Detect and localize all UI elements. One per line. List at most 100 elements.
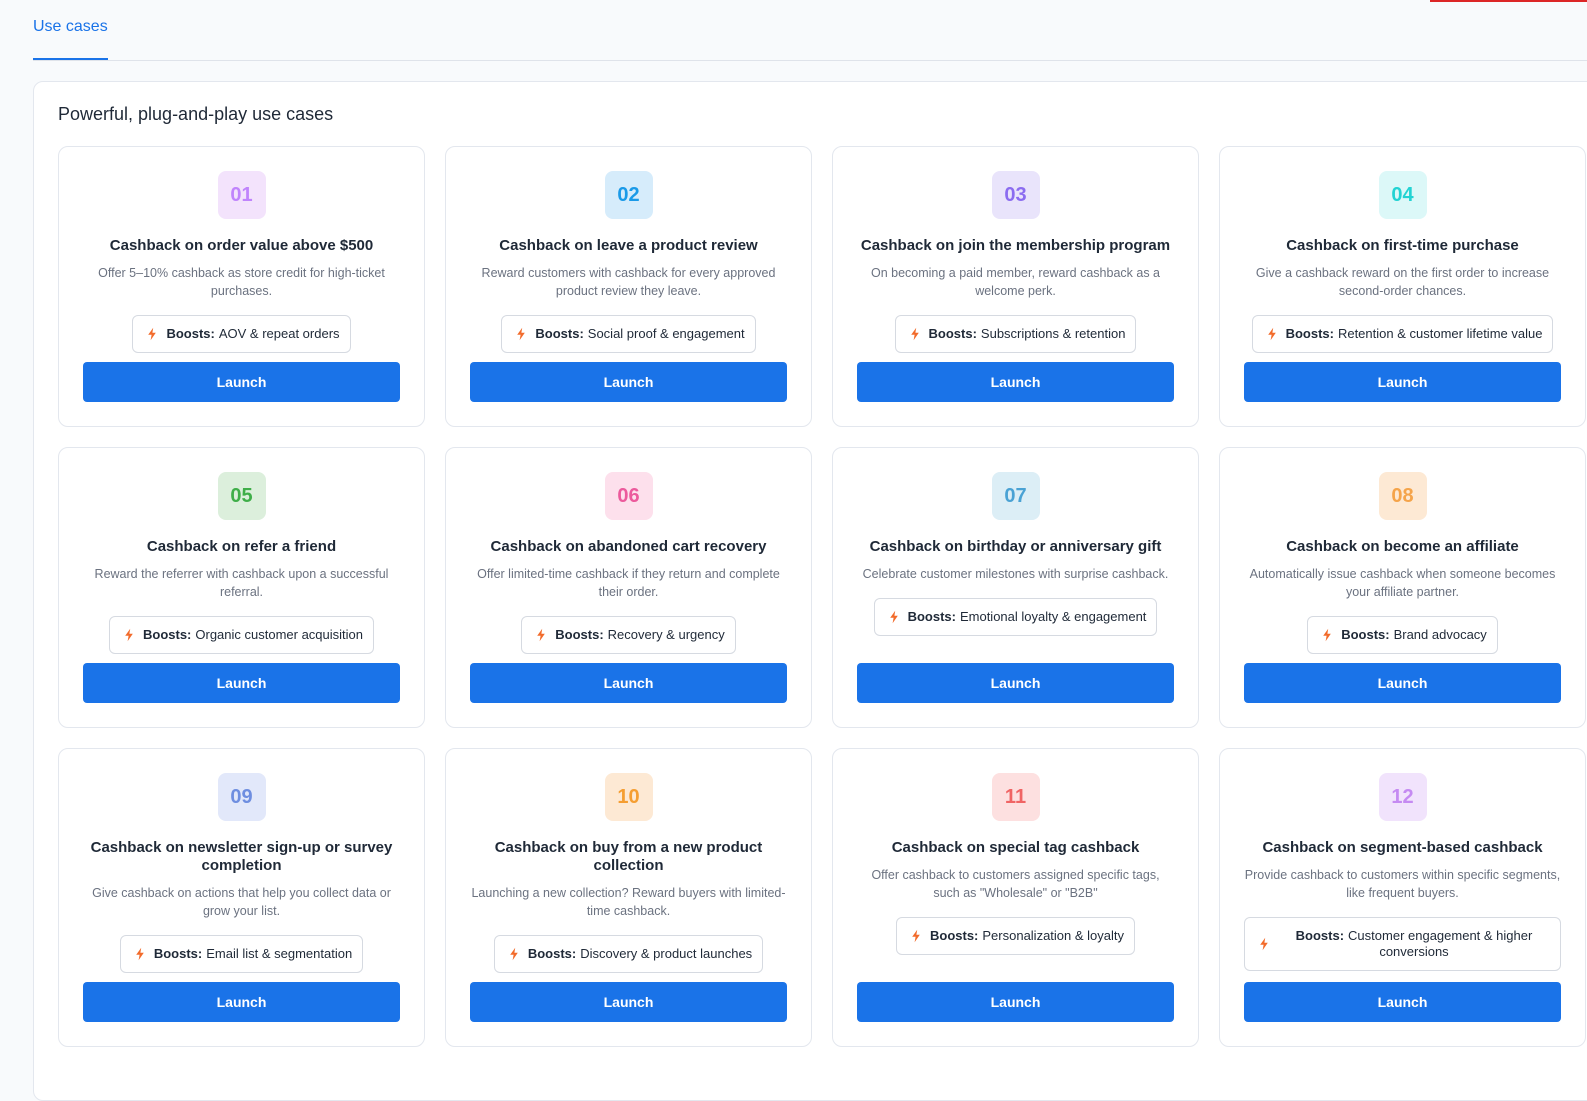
boosts-value: Emotional loyalty & engagement — [959, 609, 1147, 624]
use-case-title: Cashback on special tag cashback — [891, 839, 1140, 856]
use-case-description: Launching a new collection? Reward buyer… — [471, 886, 786, 918]
boosts-prefix: Boosts: — [555, 627, 604, 642]
launch-button-03[interactable]: Launch — [857, 362, 1174, 402]
use-case-description: On becoming a paid member, reward cashba… — [870, 266, 1161, 298]
use-case-description: Automatically issue cashback when someon… — [1249, 567, 1556, 599]
use-case-title: Cashback on join the membership program — [860, 237, 1171, 254]
use-case-number: 09 — [217, 773, 266, 821]
use-case-title: Cashback on leave a product review — [499, 237, 758, 254]
use-case-number: 04 — [1378, 171, 1427, 219]
use-case-description: Celebrate customer milestones with surpr… — [862, 567, 1169, 581]
bolt-icon — [1323, 628, 1331, 642]
use-case-card-02: 02 Cashback on leave a product review Re… — [445, 146, 812, 427]
boosts-value: Personalization & loyalty — [982, 928, 1125, 943]
use-case-card-03: 03 Cashback on join the membership progr… — [832, 146, 1199, 427]
boosts-prefix: Boosts: — [1341, 627, 1390, 642]
use-case-description: Offer 5–10% cashback as store credit for… — [98, 266, 385, 298]
bolt-icon — [1267, 327, 1276, 341]
use-case-description: Offer limited-time cashback if they retu… — [477, 567, 780, 599]
boosts-prefix: Boosts: — [527, 946, 577, 961]
launch-button-02[interactable]: Launch — [470, 362, 787, 402]
use-case-title: Cashback on refer a friend — [146, 538, 337, 555]
use-case-number: 06 — [604, 472, 653, 520]
launch-button-09[interactable]: Launch — [83, 982, 400, 1022]
boosts-value: Email list & segmentation — [206, 946, 353, 961]
boosts-prefix: Boosts: — [1295, 928, 1345, 943]
launch-button-07[interactable]: Launch — [857, 663, 1174, 703]
boosts-prefix: Boosts: — [1285, 326, 1334, 341]
boosts-badge: Boosts: Personalization & loyalty — [895, 917, 1136, 955]
use-case-card-10: 10 Cashback on buy from a new product co… — [445, 748, 812, 1047]
bolt-icon — [510, 947, 518, 961]
panel-title: Powerful, plug-and-play use cases — [58, 104, 334, 124]
bolt-icon — [912, 929, 920, 943]
use-case-number: 12 — [1378, 773, 1427, 821]
boosts-badge: Boosts: Customer engagement & higher conv… — [1244, 917, 1561, 971]
boosts-value: Social proof & engagement — [587, 326, 745, 341]
boosts-value: Subscriptions & retention — [980, 326, 1126, 341]
bolt-icon — [537, 628, 546, 642]
use-case-card-09: 09 Cashback on newsletter sign-up or sur… — [58, 748, 425, 1047]
boosts-badge: Boosts: Email list & segmentation — [119, 935, 364, 973]
use-case-number: 07 — [991, 472, 1040, 520]
use-case-card-07: 07 Cashback on birthday or anniversary g… — [832, 447, 1199, 728]
boosts-badge: Boosts: Retention & customer lifetime val… — [1251, 315, 1554, 353]
use-case-description: Give a cashback reward on the first orde… — [1255, 266, 1550, 298]
use-case-card-05: 05 Cashback on refer a friend Reward the… — [58, 447, 425, 728]
boosts-badge: Boosts: Discovery & product launches — [493, 935, 764, 973]
boosts-value: Brand advocacy — [1393, 627, 1487, 642]
use-case-number: 10 — [604, 773, 653, 821]
launch-button-05[interactable]: Launch — [83, 663, 400, 703]
bolt-icon — [910, 327, 919, 341]
launch-button-01[interactable]: Launch — [83, 362, 400, 402]
use-case-number: 01 — [217, 171, 266, 219]
launch-button-04[interactable]: Launch — [1244, 362, 1561, 402]
use-case-title: Cashback on buy from a new product colle… — [494, 839, 763, 874]
bolt-icon — [136, 947, 144, 961]
use-case-title: Cashback on segment-based cashback — [1262, 839, 1543, 856]
use-case-card-01: 01 Cashback on order value above $500 Of… — [58, 146, 425, 427]
boosts-prefix: Boosts: — [929, 928, 979, 943]
boosts-prefix: Boosts: — [142, 627, 192, 642]
use-case-title: Cashback on birthday or anniversary gift — [869, 538, 1162, 555]
boosts-prefix: Boosts: — [535, 326, 584, 341]
use-case-title: Cashback on newsletter sign-up or survey… — [90, 839, 393, 874]
boosts-value: Retention & customer lifetime value — [1337, 326, 1543, 341]
boosts-badge: Boosts: Recovery & urgency — [521, 616, 736, 654]
launch-button-10[interactable]: Launch — [470, 982, 787, 1022]
use-case-description: Reward customers with cashback for every… — [481, 266, 776, 298]
tab-use-cases[interactable]: Use cases — [33, 0, 108, 60]
boosts-badge: Boosts: Emotional loyalty & engagement — [873, 598, 1158, 636]
use-case-number: 08 — [1378, 472, 1427, 520]
use-case-description: Offer cashback to customers assigned spe… — [871, 868, 1160, 900]
boosts-badge: Boosts: Organic customer acquisition — [108, 616, 375, 654]
bolt-icon — [148, 327, 157, 341]
boosts-badge: Boosts: Social proof & engagement — [501, 315, 756, 353]
launch-button-11[interactable]: Launch — [857, 982, 1174, 1022]
use-case-card-12: 12 Cashback on segment-based cashback Pr… — [1219, 748, 1586, 1047]
use-case-title: Cashback on become an affiliate — [1286, 538, 1519, 555]
use-case-title: Cashback on order value above $500 — [109, 237, 374, 254]
launch-button-08[interactable]: Launch — [1244, 663, 1561, 703]
boosts-badge: Boosts: AOV & repeat orders — [132, 315, 351, 353]
boosts-badge: Boosts: Brand advocacy — [1307, 616, 1498, 654]
boosts-prefix: Boosts: — [166, 326, 215, 341]
tab-bar: Use cases — [33, 0, 1587, 61]
boosts-value: Organic customer acquisition — [195, 627, 364, 642]
use-case-number: 11 — [991, 773, 1040, 821]
launch-button-12[interactable]: Launch — [1244, 982, 1561, 1022]
bolt-icon — [889, 610, 898, 624]
use-case-number: 02 — [604, 171, 653, 219]
use-case-description: Reward the referrer with cashback upon a… — [94, 567, 389, 599]
use-case-title: Cashback on first-time purchase — [1286, 237, 1519, 254]
launch-button-06[interactable]: Launch — [470, 663, 787, 703]
bolt-icon — [125, 628, 133, 642]
boosts-prefix: Boosts: — [153, 946, 203, 961]
use-case-number: 05 — [217, 472, 266, 520]
boosts-value: Customer engagement & higher conversions — [1348, 928, 1533, 959]
boosts-value: AOV & repeat orders — [218, 326, 340, 341]
use-cases-panel: Powerful, plug-and-play use cases 01 Cas… — [33, 81, 1587, 1101]
use-case-card-04: 04 Cashback on first-time purchase Give … — [1219, 146, 1586, 427]
use-case-grid: 01 Cashback on order value above $500 Of… — [58, 146, 1586, 1047]
bolt-icon — [1260, 937, 1268, 951]
